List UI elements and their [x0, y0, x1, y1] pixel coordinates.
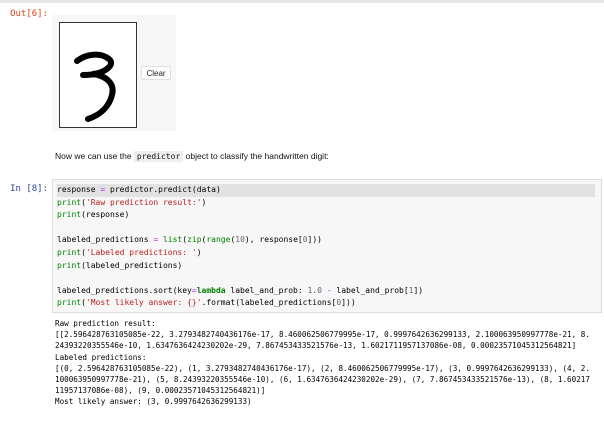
markdown-prefix: Now we can use the [55, 151, 134, 161]
output-line: 100063950997778e-21), (5, 8.243932203555… [55, 374, 590, 384]
code-line: labeled_predictions.sort(key=lambda labe… [57, 285, 424, 295]
drawing-canvas[interactable] [59, 22, 137, 128]
code-line: labeled_predictions = list(zip(range(10)… [57, 235, 322, 245]
output-line: 11957137086e-08), (9, 0.0002357104531256… [55, 386, 266, 396]
top-divider [0, 0, 604, 3]
output-line: [(0, 2.596428763105085e-22), (1, 3.27934… [55, 363, 590, 373]
code-cell[interactable]: response = predictor.predict(data) print… [52, 179, 602, 313]
output-line: 24393220355546e-10, 1.6347636424230202e-… [55, 341, 577, 351]
clear-button[interactable]: Clear [141, 66, 171, 80]
output-line: [[2.596428763105085e-22, 3.2793482740436… [55, 330, 590, 340]
markdown-text: Now we can use the predictor object to c… [55, 151, 329, 162]
output-line: Most likely answer: (3, 0.99976426362991… [55, 397, 252, 407]
output-prompt: Out[6]: [10, 9, 48, 19]
cell-output: Raw prediction result: [[2.5964287631050… [55, 318, 595, 408]
output-line: Labeled predictions: [55, 352, 147, 362]
inline-code: predictor [133, 151, 184, 162]
code-line: print('Labeled predictions: ') [57, 247, 202, 257]
code-line: response = predictor.predict(data) [57, 184, 595, 197]
code-line: print(response) [57, 210, 130, 220]
markdown-suffix: object to classify the handwritten digit… [183, 151, 329, 161]
code-editor[interactable]: response = predictor.predict(data) print… [57, 184, 595, 310]
output-line: Raw prediction result: [55, 319, 156, 328]
code-line: print('Most likely answer: {}'.format(la… [57, 298, 356, 308]
code-line: print(labeled_predictions) [57, 260, 183, 270]
input-prompt: In [8]: [10, 184, 48, 194]
handwritten-digit-drawing [74, 51, 116, 122]
code-line: print('Raw prediction result:') [57, 197, 207, 207]
